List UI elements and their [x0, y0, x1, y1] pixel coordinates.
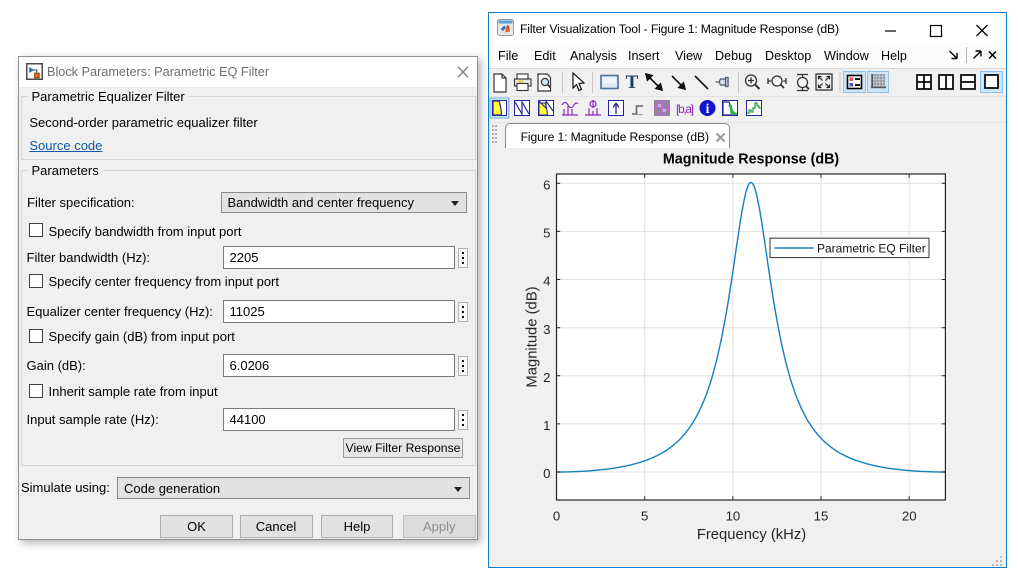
svg-text:Frequency (kHz): Frequency (kHz) [697, 527, 806, 543]
svg-text:4: 4 [543, 274, 550, 289]
svg-text:[b,a]: [b,a] [676, 102, 694, 116]
svg-text:20: 20 [902, 509, 917, 524]
svg-text:i: i [706, 101, 710, 116]
svg-text:5: 5 [543, 226, 550, 241]
svg-text:Parametric EQ Filter: Parametric EQ Filter [817, 241, 926, 255]
svg-text:5: 5 [641, 509, 648, 524]
svg-text:3: 3 [543, 322, 550, 337]
svg-text:0: 0 [553, 509, 560, 524]
svg-text:Magnitude (dB): Magnitude (dB) [525, 286, 541, 387]
svg-text:6: 6 [543, 177, 550, 192]
svg-text:1: 1 [543, 418, 550, 433]
svg-text:10: 10 [726, 509, 741, 524]
svg-text:2: 2 [543, 370, 550, 385]
svg-text:T: T [626, 72, 639, 93]
svg-text:15: 15 [814, 509, 829, 524]
svg-text:Magnitude Response (dB): Magnitude Response (dB) [663, 152, 840, 168]
svg-text:0: 0 [543, 466, 550, 481]
